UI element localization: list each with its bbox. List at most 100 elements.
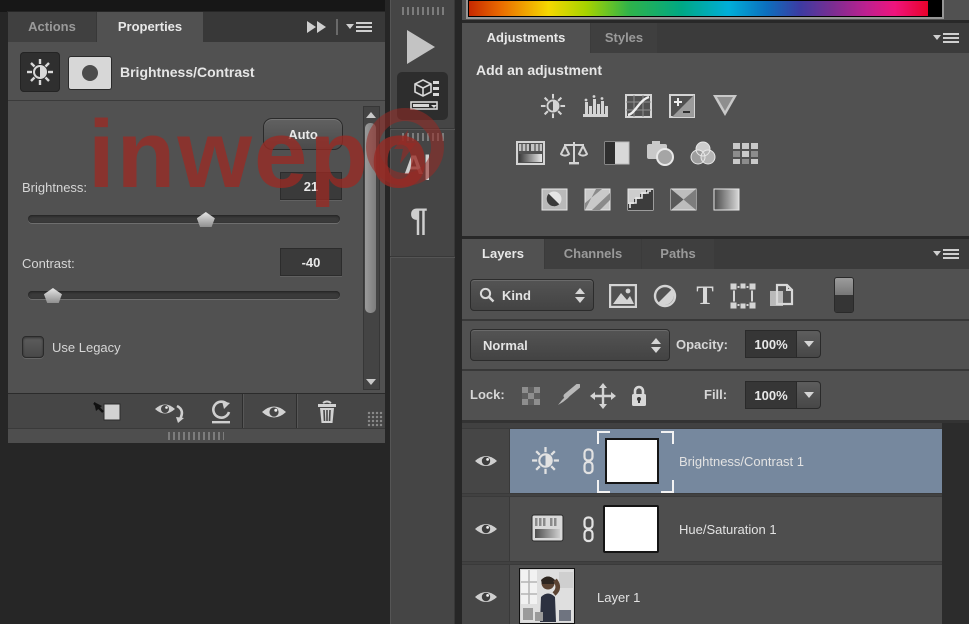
- filter-switch-toggle[interactable]: [834, 277, 854, 313]
- layers-filter-row: Kind T: [462, 269, 969, 321]
- panel-drag-handle[interactable]: [168, 432, 224, 440]
- properties-panel-group: Actions Properties Brightness/Contrast A…: [8, 12, 385, 443]
- brightness-label: Brightness:: [22, 180, 88, 195]
- color-panel-fragment: [466, 0, 944, 20]
- tab-paths[interactable]: Paths: [642, 239, 714, 269]
- layer-row-brightness-contrast[interactable]: Brightness/Contrast 1: [462, 428, 942, 494]
- adjustment-threshold-icon[interactable]: [626, 187, 655, 212]
- use-legacy-checkbox[interactable]: [22, 336, 44, 358]
- adjustment-black-white-icon[interactable]: [602, 140, 631, 165]
- dock-drag-handle[interactable]: [402, 7, 444, 15]
- color-spectrum-ramp[interactable]: [466, 0, 944, 19]
- opacity-value[interactable]: 100%: [745, 330, 797, 358]
- visibility-eye-icon[interactable]: [462, 429, 510, 493]
- opacity-arrow-icon[interactable]: [797, 330, 821, 358]
- brightness-slider[interactable]: [28, 212, 340, 227]
- adjustment-posterize-icon[interactable]: [583, 187, 612, 212]
- image-layer-thumbnail[interactable]: [521, 570, 573, 622]
- panel-menu-icon[interactable]: [346, 21, 372, 34]
- layer-list-scroll-gutter[interactable]: [942, 423, 969, 624]
- tab-adjustments[interactable]: Adjustments: [462, 23, 590, 53]
- lock-transparency-icon[interactable]: [518, 384, 544, 408]
- add-adjustment-header: Add an adjustment: [476, 62, 603, 78]
- collapse-panel-icon[interactable]: [305, 20, 329, 34]
- reset-icon[interactable]: [200, 397, 242, 426]
- adjustment-channel-mixer-icon[interactable]: [688, 140, 717, 165]
- layers-lock-row: Lock: Fill: 100%: [462, 371, 969, 423]
- adjustment-vibrance-icon[interactable]: [710, 93, 739, 118]
- adjustment-exposure-icon[interactable]: [667, 93, 696, 118]
- mask-selected-bracket: [597, 480, 610, 493]
- top-edge-strip: [0, 0, 385, 12]
- auto-button[interactable]: Auto: [263, 118, 343, 150]
- mask-link-icon[interactable]: [582, 516, 595, 543]
- scroll-down-icon[interactable]: [364, 375, 377, 388]
- view-previous-state-icon[interactable]: [148, 397, 194, 426]
- visibility-eye-icon[interactable]: [462, 497, 510, 561]
- opacity-dropdown[interactable]: 100%: [745, 330, 821, 358]
- fill-arrow-icon[interactable]: [797, 381, 821, 409]
- brightness-slider-thumb[interactable]: [196, 212, 215, 227]
- layer-name[interactable]: Brightness/Contrast 1: [679, 454, 804, 469]
- adjustment-photo-filter-icon[interactable]: [645, 140, 674, 166]
- tab-layers[interactable]: Layers: [462, 239, 544, 269]
- panel-resize-grip[interactable]: [367, 411, 383, 427]
- adjustment-levels-icon[interactable]: [581, 93, 610, 118]
- properties-toolbar: [8, 393, 385, 429]
- filter-kind-dropdown[interactable]: Kind: [470, 279, 594, 311]
- layer-name[interactable]: Hue/Saturation 1: [679, 522, 777, 537]
- adjustment-invert-icon[interactable]: [540, 187, 569, 212]
- fill-value[interactable]: 100%: [745, 381, 797, 409]
- adjustment-color-balance-icon[interactable]: [559, 140, 588, 165]
- pixel-layers-icon[interactable]: [608, 283, 638, 309]
- adjustment-gradient-map-icon[interactable]: [669, 187, 698, 212]
- visibility-eye-icon[interactable]: [254, 397, 294, 426]
- adjustment-brightness-contrast-icon[interactable]: [538, 93, 567, 118]
- brightness-contrast-layer-icon[interactable]: [531, 446, 560, 475]
- type-layers-icon[interactable]: T: [690, 281, 720, 310]
- delete-trash-icon[interactable]: [306, 397, 348, 426]
- adjustment-curves-icon[interactable]: [624, 93, 653, 118]
- brightness-value-input[interactable]: 21: [280, 172, 342, 200]
- blend-mode-dropdown[interactable]: Normal: [470, 329, 670, 361]
- search-icon: [479, 287, 495, 303]
- fill-dropdown[interactable]: 100%: [745, 381, 821, 409]
- hue-saturation-layer-icon[interactable]: [531, 514, 564, 542]
- mask-link-icon[interactable]: [582, 448, 595, 475]
- adjustment-layers-icon[interactable]: [650, 283, 680, 309]
- layer-row-hue-saturation[interactable]: Hue/Saturation 1: [462, 496, 942, 562]
- layers-tabbar: Layers Channels Paths: [462, 239, 969, 269]
- layer-name[interactable]: Layer 1: [597, 590, 640, 605]
- adjustments-tabbar: Adjustments Styles: [462, 23, 969, 53]
- smart-object-layers-icon[interactable]: [766, 283, 796, 309]
- lock-position-icon[interactable]: [590, 383, 616, 409]
- layer-mask-thumbnail[interactable]: [605, 438, 659, 484]
- layer-mask-thumbnail[interactable]: [603, 505, 659, 553]
- mask-selected-bracket: [661, 431, 674, 444]
- lock-all-icon[interactable]: [626, 384, 652, 408]
- layers-blend-row: Normal Opacity: 100%: [462, 321, 969, 371]
- adjustment-selective-color-icon[interactable]: [712, 187, 741, 212]
- contrast-value-input[interactable]: -40: [280, 248, 342, 276]
- right-panel-column: Adjustments Styles Add an adjustment Lay…: [462, 0, 969, 624]
- actions-play-icon[interactable]: [407, 30, 435, 64]
- tab-properties[interactable]: Properties: [97, 12, 203, 42]
- visibility-eye-icon[interactable]: [462, 565, 510, 624]
- scroll-up-icon[interactable]: [364, 108, 377, 121]
- panel-menu-icon[interactable]: [933, 248, 959, 261]
- paragraph-panel-icon[interactable]: ¶: [410, 202, 428, 239]
- tab-actions[interactable]: Actions: [8, 12, 96, 42]
- adjustment-color-lookup-icon[interactable]: [731, 140, 760, 165]
- clip-to-layer-icon[interactable]: [85, 397, 129, 426]
- tab-styles[interactable]: Styles: [591, 23, 657, 53]
- panel-menu-icon[interactable]: [933, 32, 959, 45]
- black-swatch[interactable]: [928, 1, 941, 16]
- layer-row-layer1[interactable]: Layer 1: [462, 564, 942, 624]
- contrast-slider-thumb[interactable]: [43, 288, 62, 303]
- tab-channels[interactable]: Channels: [545, 239, 641, 269]
- shape-layers-icon[interactable]: [728, 283, 758, 309]
- adjustment-hue-saturation-icon[interactable]: [516, 140, 545, 165]
- opacity-label: Opacity:: [676, 337, 729, 352]
- contrast-slider[interactable]: [28, 288, 340, 303]
- lock-pixels-icon[interactable]: [554, 384, 580, 408]
